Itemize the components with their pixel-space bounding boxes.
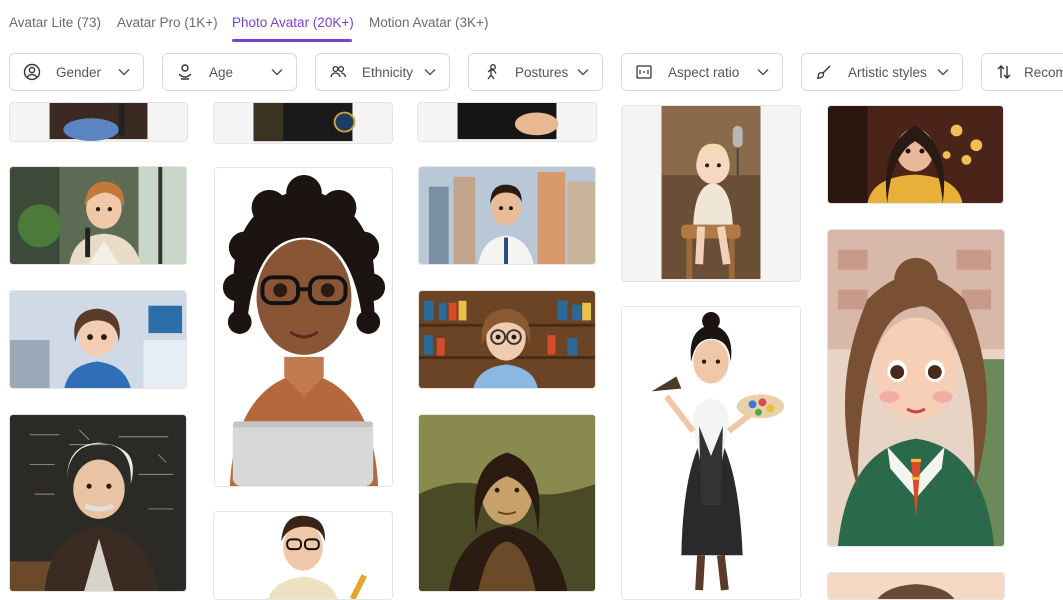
- tab-photo-avatar[interactable]: Photo Avatar (20K+): [232, 15, 354, 30]
- avatar-thumbnail: [828, 573, 1004, 599]
- avatar-card[interactable]: [214, 167, 393, 487]
- chevron-down-icon: [423, 65, 437, 79]
- avatar-thumbnail: [419, 167, 595, 264]
- avatar-card[interactable]: [827, 229, 1005, 547]
- aspect-ratio-filter-label: Aspect ratio: [668, 64, 740, 80]
- child-icon: [175, 62, 195, 82]
- avatar-thumbnail: [419, 291, 595, 388]
- avatar-thumbnail: [457, 103, 559, 140]
- avatar-thumbnail: [214, 512, 392, 599]
- tab-avatar-lite[interactable]: Avatar Lite (73): [9, 15, 101, 30]
- aspect-ratio-icon: [634, 62, 654, 82]
- avatar-card[interactable]: [621, 306, 801, 600]
- age-filter-label: Age: [209, 64, 234, 80]
- tab-motion-avatar[interactable]: Motion Avatar (3K+): [369, 15, 488, 30]
- avatar-card[interactable]: [213, 511, 393, 600]
- chevron-down-icon: [270, 65, 284, 79]
- avatar-card[interactable]: [827, 105, 1004, 204]
- avatar-thumbnail: [10, 167, 186, 264]
- avatar-card[interactable]: [827, 572, 1005, 600]
- gender-filter[interactable]: Gender: [9, 53, 144, 91]
- avatar-card[interactable]: [418, 166, 596, 265]
- avatar-card[interactable]: [9, 166, 187, 265]
- avatar-type-tabs: Avatar Lite (73) Avatar Pro (1K+) Photo …: [0, 0, 1063, 44]
- ethnicity-filter[interactable]: Ethnicity: [315, 53, 450, 91]
- age-filter[interactable]: Age: [162, 53, 297, 91]
- tab-avatar-pro[interactable]: Avatar Pro (1K+): [117, 15, 218, 30]
- avatar-card[interactable]: [621, 105, 801, 282]
- postures-filter[interactable]: Postures: [468, 53, 603, 91]
- avatar-thumbnail: [828, 230, 1004, 546]
- brush-icon: [814, 62, 834, 82]
- avatar-card[interactable]: [418, 414, 596, 592]
- posture-icon: [481, 62, 501, 82]
- avatar-thumbnail: [622, 307, 800, 599]
- user-circle-icon: [22, 62, 42, 82]
- avatar-card[interactable]: [213, 102, 393, 144]
- ethnicity-filter-label: Ethnicity: [362, 64, 414, 80]
- chevron-down-icon: [756, 65, 770, 79]
- sort-button[interactable]: Recom: [981, 53, 1063, 91]
- avatar-thumbnail: [49, 103, 148, 141]
- avatar-thumbnail: [10, 291, 186, 388]
- avatar-card[interactable]: [417, 102, 597, 142]
- avatar-thumbnail: [419, 415, 595, 591]
- chevron-down-icon: [936, 65, 950, 79]
- artistic-styles-filter-label: Artistic styles: [848, 64, 927, 80]
- avatar-card[interactable]: [9, 102, 188, 142]
- avatar-thumbnail: [828, 106, 1003, 203]
- aspect-ratio-filter[interactable]: Aspect ratio: [621, 53, 783, 91]
- avatar-thumbnail: [622, 106, 800, 281]
- avatar-card[interactable]: [418, 290, 596, 389]
- filter-bar: Gender Age Ethnicity Postures Aspect rat…: [0, 52, 1063, 92]
- avatar-thumbnail: [253, 103, 356, 142]
- active-tab-indicator: [232, 39, 352, 42]
- sort-label: Recom: [1024, 64, 1063, 80]
- gender-filter-label: Gender: [56, 64, 102, 80]
- sort-icon: [994, 62, 1014, 82]
- artistic-styles-filter[interactable]: Artistic styles: [801, 53, 963, 91]
- users-icon: [328, 62, 348, 82]
- avatar-card[interactable]: [9, 414, 187, 592]
- postures-filter-label: Postures: [515, 64, 569, 80]
- avatar-card[interactable]: [9, 290, 187, 389]
- chevron-down-icon: [576, 65, 590, 79]
- avatar-thumbnail: [215, 168, 392, 486]
- avatar-thumbnail: [10, 415, 186, 591]
- chevron-down-icon: [117, 65, 131, 79]
